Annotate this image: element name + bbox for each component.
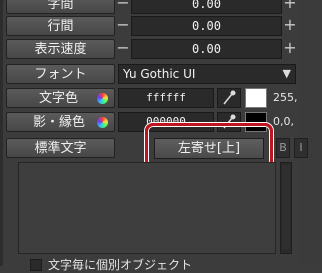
shadow-color-rgb: 0,0, xyxy=(273,115,294,128)
text-input-area[interactable] xyxy=(18,162,276,254)
display-speed-plus-button[interactable]: + xyxy=(282,39,298,59)
italic-button[interactable]: I xyxy=(294,138,308,158)
line-spacing-label: 行間 xyxy=(6,16,115,36)
text-color-label-text: 文字色 xyxy=(39,91,79,106)
color-wheel-icon[interactable] xyxy=(97,93,108,104)
line-spacing-minus-button[interactable]: − xyxy=(115,16,131,36)
panel-right-edge xyxy=(300,0,322,266)
bold-button[interactable]: B xyxy=(276,138,290,158)
per-character-checkbox[interactable] xyxy=(30,259,42,271)
char-spacing-minus-button[interactable]: − xyxy=(115,0,131,14)
display-speed-label: 表示速度 xyxy=(6,39,115,59)
panel-left-edge xyxy=(0,0,3,266)
eyedropper-icon xyxy=(223,90,236,105)
shadow-color-label-text: 影・縁色 xyxy=(33,115,86,130)
text-color-eyedropper-button[interactable] xyxy=(217,88,241,108)
line-spacing-field[interactable]: 0.00 xyxy=(131,16,282,36)
per-character-label: 文字毎に個別オブジェクト xyxy=(48,258,193,272)
text-color-swatch[interactable] xyxy=(245,88,267,108)
text-area-scrollbar[interactable] xyxy=(280,162,292,254)
font-select[interactable]: Yu Gothic UI ▼ xyxy=(118,64,296,84)
chevron-down-icon: ▼ xyxy=(282,67,291,80)
display-speed-minus-button[interactable]: − xyxy=(115,39,131,59)
display-speed-field[interactable]: 0.00 xyxy=(131,39,282,59)
text-color-rgb: 255, xyxy=(273,91,298,104)
char-spacing-plus-button[interactable]: + xyxy=(282,0,298,14)
font-select-value: Yu Gothic UI xyxy=(123,67,196,81)
standard-text-label: 標準文字 xyxy=(6,138,115,158)
char-spacing-label: 字間 xyxy=(6,0,115,14)
scrollbar-thumb[interactable] xyxy=(282,165,290,249)
text-color-hex-field[interactable]: ffffff xyxy=(118,88,214,108)
color-wheel-icon[interactable] xyxy=(97,117,108,128)
char-spacing-field[interactable]: 0.00 xyxy=(131,0,282,14)
font-label: フォント xyxy=(6,64,115,84)
line-spacing-plus-button[interactable]: + xyxy=(282,16,298,36)
